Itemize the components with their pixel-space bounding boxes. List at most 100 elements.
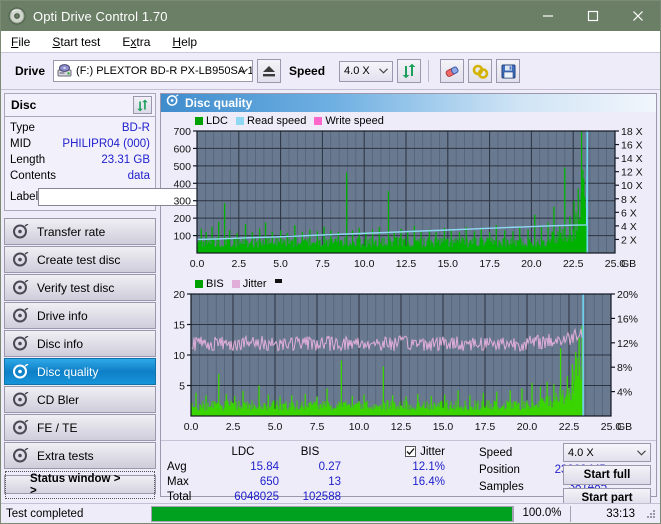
legend-label: LDC: [206, 114, 229, 127]
speed-label: Speed: [289, 64, 326, 78]
chevron-down-icon[interactable]: [379, 62, 388, 81]
legend-marker-icon: [274, 278, 282, 283]
svg-text:16 X: 16 X: [621, 140, 643, 152]
sidebar-item-fe-te[interactable]: FE / TE: [4, 414, 156, 441]
maximize-button[interactable]: [570, 1, 615, 31]
menu-file[interactable]: FFileile: [9, 35, 40, 49]
sidebar-item-label: Extra tests: [37, 448, 94, 463]
sidebar-item-label: Drive info: [37, 308, 88, 323]
speed-value: 4.0 X: [344, 65, 370, 77]
sidebar-item-create-test-disc[interactable]: Create test disc: [4, 246, 156, 273]
disc-test-icon: [12, 223, 29, 239]
minimize-button[interactable]: [525, 1, 570, 31]
bookmark-button[interactable]: [468, 59, 493, 83]
speed-select[interactable]: 4.0 X: [339, 60, 394, 82]
erase-button[interactable]: [440, 59, 465, 83]
disc-panel-title: Disc: [11, 98, 37, 112]
start-full-button[interactable]: Start full: [563, 465, 651, 485]
disc-row-value: 23.31 GB: [101, 154, 150, 166]
svg-text:200: 200: [173, 213, 191, 225]
jitter-toggle[interactable]: Jitter: [341, 446, 445, 458]
drive-label: Drive: [15, 64, 46, 78]
disc-refresh-button[interactable]: [133, 96, 152, 114]
legend-label: Read speed: [247, 114, 307, 127]
sidebar-item-extra-tests[interactable]: Extra tests: [4, 442, 156, 469]
sidebar-item-label: Transfer rate: [37, 224, 106, 239]
sidebar-item-label: FE / TE: [37, 420, 78, 435]
resize-grip[interactable]: [645, 508, 657, 520]
legend-entry-ldc: LDC: [195, 115, 228, 127]
eject-button[interactable]: [257, 59, 282, 83]
sidebar-item-disc-quality[interactable]: Disc quality: [4, 358, 156, 385]
disc-info-panel: Disc Type BD-R MID PHILIPR04 (000) Lengt…: [4, 93, 239, 211]
menu-help[interactable]: Help: [170, 35, 207, 49]
test-controls: 4.0 X Start full Start part: [563, 443, 651, 511]
svg-text:15.0: 15.0: [438, 258, 459, 270]
save-button[interactable]: [496, 59, 521, 83]
window-controls: [525, 1, 660, 31]
test-speed-select[interactable]: 4.0 X: [563, 443, 651, 462]
sidebar-item-label: Create test disc: [37, 252, 121, 267]
start-full-label: Start full: [583, 469, 631, 481]
sidebar-item-transfer-rate[interactable]: Transfer rate: [4, 218, 156, 245]
legend-label: Jitter: [242, 277, 267, 290]
svg-text:0.0: 0.0: [184, 421, 199, 433]
sidebar-item-cd-bler[interactable]: CD Bler: [4, 386, 156, 413]
charts-area: LDC Read speed Write speed 100 200 300 400 5…: [161, 112, 656, 438]
disc-test-icon: [12, 447, 29, 463]
sidebar-item-label: CD Bler: [37, 392, 80, 407]
disc-test-icon: [12, 335, 29, 351]
stats-max-ldc: 650: [259, 475, 279, 488]
sidebar-item-disc-info[interactable]: Disc info: [4, 330, 156, 357]
svg-text:2.5: 2.5: [231, 258, 246, 270]
svg-text:700: 700: [173, 127, 191, 138]
sidebar-item-drive-info[interactable]: Drive info: [4, 302, 156, 329]
svg-text:400: 400: [173, 178, 191, 190]
disc-label-row: Label: [10, 187, 239, 206]
main-body: Disc Type BD-R MID PHILIPR04 (000) Lengt…: [1, 90, 660, 508]
sidebar-item-verify-test-disc[interactable]: Verify test disc: [4, 274, 156, 301]
close-button[interactable]: [615, 1, 660, 31]
svg-text:5: 5: [179, 381, 185, 393]
svg-text:12%: 12%: [617, 338, 638, 350]
menu-start-test[interactable]: Start test: [50, 35, 110, 49]
svg-text:10: 10: [173, 350, 185, 362]
svg-text:10.0: 10.0: [354, 258, 375, 270]
stats-row-label: Avg: [167, 460, 187, 473]
menu-extra[interactable]: Extra: [120, 35, 160, 49]
drive-select[interactable]: (F:) PLEXTOR BD-R PX-LB950SA 1.06: [53, 60, 254, 82]
legend-entry-write-speed: Write speed: [314, 115, 384, 127]
disc-test-icon: [12, 419, 29, 435]
svg-text:17.5: 17.5: [479, 258, 500, 270]
svg-text:600: 600: [173, 143, 191, 155]
svg-text:15: 15: [173, 320, 185, 332]
chevron-down-icon[interactable]: [637, 444, 646, 461]
svg-text:12.5: 12.5: [396, 258, 417, 270]
elapsed-time: 33:13: [606, 507, 635, 520]
stats-col-ldc: LDC: [231, 445, 255, 458]
disc-properties: Type BD-R MID PHILIPR04 (000) Length 23.…: [5, 117, 239, 210]
bis-jitter-chart: 5 10 15 20 4% 8% 12% 16% 20% 0.0 2.5 5.0 7.5 10.0 12.5…: [163, 290, 654, 438]
samples-label: Samples: [479, 480, 524, 493]
svg-text:8%: 8%: [617, 362, 632, 374]
jitter-checkbox[interactable]: [405, 446, 417, 457]
status-window-button[interactable]: Status window > >: [4, 470, 156, 499]
svg-text:15.0: 15.0: [433, 421, 454, 433]
legend-swatch-ldc: [195, 116, 203, 125]
chevron-down-icon[interactable]: [239, 61, 248, 81]
position-label: Position: [479, 463, 520, 476]
disc-quality-panel: Disc quality LDC Read speed Write speed …: [160, 93, 657, 508]
stats-total-bis: 102588: [302, 490, 341, 503]
disc-row-value: BD-R: [121, 122, 150, 134]
refresh-button[interactable]: [397, 59, 422, 83]
panel-header: Disc quality: [161, 94, 656, 112]
disc-quality-icon: [166, 94, 179, 112]
left-sidebar: Disc Type BD-R MID PHILIPR04 (000) Lengt…: [1, 90, 239, 499]
svg-text:18 X: 18 X: [621, 127, 643, 138]
ldc-chart-legend: LDC Read speed Write speed: [163, 114, 654, 127]
progress-bar: [151, 505, 513, 522]
stats-max-bis: 13: [328, 475, 341, 488]
svg-text:20: 20: [173, 290, 185, 301]
svg-text:20.0: 20.0: [517, 421, 538, 433]
drive-value: (F:) PLEXTOR BD-R PX-LB950SA 1.06: [76, 65, 253, 77]
